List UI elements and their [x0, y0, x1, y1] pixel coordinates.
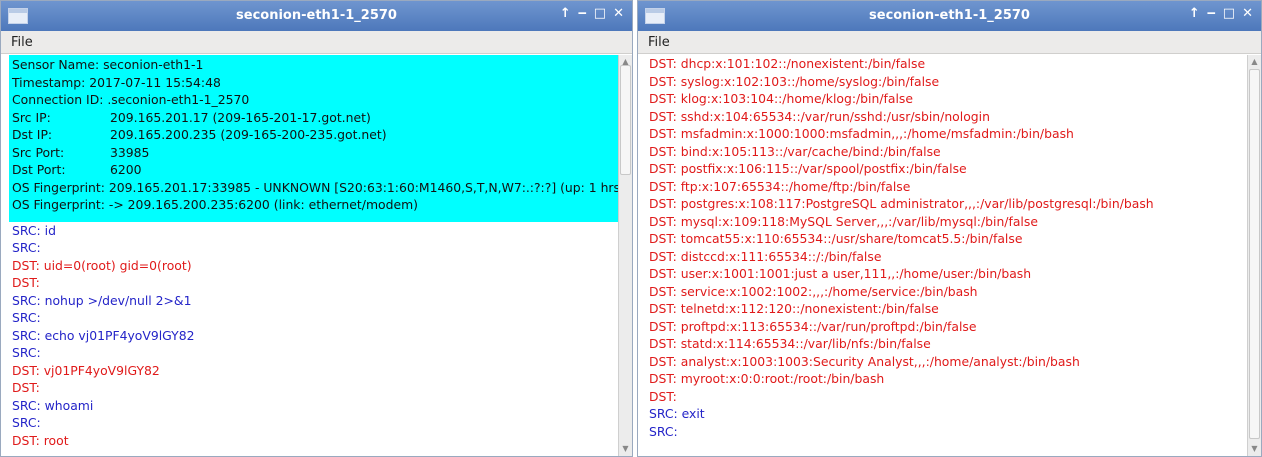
- dst-line: DST:: [649, 388, 677, 404]
- dst-line: DST: mysql:x:109:118:MySQL Server,,,:/va…: [649, 213, 1038, 229]
- src-line: SRC: nohup >/dev/null 2>&1: [12, 292, 192, 308]
- dst-line: DST: sshd:x:104:65534::/var/run/sshd:/us…: [649, 108, 990, 124]
- src-line: SRC:: [12, 415, 41, 430]
- minimize-icon[interactable]: ‒: [1207, 6, 1216, 21]
- dst-port-row: Dst Port: 6200: [12, 161, 615, 179]
- dst-line: DST: msfadmin:x:1000:1000:msfadmin,,,:/h…: [649, 126, 1074, 141]
- src-line: SRC:: [12, 240, 41, 255]
- transcript-window-left: seconion-eth1-1_2570 ↑ ‒ □ ✕ File Sensor…: [0, 0, 633, 457]
- dst-line: DST: distccd:x:111:65534::/:/bin/false: [649, 248, 882, 264]
- session-info-box: Sensor Name: seconion-eth1-1 Timestamp: …: [9, 55, 625, 222]
- title-bar[interactable]: seconion-eth1-1_2570 ↑ ‒ □ ✕: [1, 1, 632, 31]
- dst-line: DST: postgres:x:108:117:PostgreSQL admin…: [649, 196, 1154, 211]
- dst-line: DST: user:x:1001:1001:just a user,111,,:…: [649, 266, 1032, 281]
- dst-line: DST: uid=0(root) gid=0(root): [12, 257, 192, 273]
- transcript-lines: SRC: id SRC: DST: uid=0(root) gid=0(root) D…: [9, 222, 618, 450]
- window-title: seconion-eth1-1_2570: [236, 8, 397, 23]
- window-title: seconion-eth1-1_2570: [869, 8, 1030, 23]
- scrollbar-thumb[interactable]: [1249, 69, 1260, 439]
- title-bar[interactable]: seconion-eth1-1_2570 ↑ ‒ □ ✕: [638, 1, 1261, 31]
- minimize-icon[interactable]: ‒: [578, 6, 587, 21]
- os-fingerprint-src: OS Fingerprint: 209.165.201.17:33985 - U…: [12, 179, 625, 195]
- window-controls: ↑ ‒ □ ✕: [1189, 6, 1253, 21]
- dst-ip-row: Dst IP: 209.165.200.235 (209-165-200-235.…: [12, 126, 615, 144]
- dst-line: DST: klog:x:103:104::/home/klog:/bin/fal…: [649, 91, 913, 106]
- dst-line: DST: telnetd:x:112:120::/nonexistent:/bi…: [649, 301, 939, 316]
- dst-line: DST: proftpd:x:113:65534::/var/run/proft…: [649, 318, 977, 334]
- transcript-lines: DST: dhcp:x:101:102::/nonexistent:/bin/f…: [646, 55, 1247, 440]
- dst-ip-value: 209.165.200.235 (209-165-200-235.got.net…: [110, 127, 387, 142]
- scroll-down-icon[interactable]: ▼: [1250, 444, 1259, 454]
- maximize-icon[interactable]: □: [1223, 6, 1235, 21]
- menu-bar: File: [638, 31, 1261, 54]
- dst-line: DST: ftp:x:107:65534::/home/ftp:/bin/fal…: [649, 178, 911, 194]
- src-ip-row: Src IP: 209.165.201.17 (209-165-201-17.go…: [12, 109, 615, 127]
- keep-above-icon[interactable]: ↑: [560, 6, 571, 21]
- src-port-value: 33985: [110, 144, 150, 160]
- src-line: SRC: id: [12, 222, 56, 238]
- transcript-window-right: seconion-eth1-1_2570 ↑ ‒ □ ✕ File DST: d…: [637, 0, 1262, 457]
- file-menu[interactable]: File: [638, 32, 680, 53]
- transcript-content[interactable]: DST: dhcp:x:101:102::/nonexistent:/bin/f…: [646, 55, 1247, 440]
- src-line: SRC:: [649, 423, 678, 439]
- src-line: SRC: exit: [649, 406, 705, 421]
- file-menu[interactable]: File: [1, 32, 43, 53]
- window-controls: ↑ ‒ □ ✕: [560, 6, 624, 21]
- dst-line: DST:: [12, 275, 40, 290]
- dst-line: DST: vj01PF4yoV9lGY82: [12, 362, 160, 378]
- timestamp: Timestamp: 2017-07-11 15:54:48: [12, 74, 221, 90]
- dst-line: DST: analyst:x:1003:1003:Security Analys…: [649, 353, 1080, 369]
- dst-line: DST:: [12, 380, 40, 395]
- connection-id: Connection ID: .seconion-eth1-1_2570: [12, 92, 250, 107]
- dst-line: DST: root: [12, 432, 69, 448]
- src-line: SRC:: [12, 310, 41, 325]
- dst-ip-label: Dst IP:: [12, 127, 53, 142]
- close-icon[interactable]: ✕: [613, 6, 624, 21]
- dst-port-label: Dst Port:: [12, 162, 66, 177]
- keep-above-icon[interactable]: ↑: [1189, 6, 1200, 21]
- src-line: SRC:: [12, 345, 41, 360]
- sensor-name: Sensor Name: seconion-eth1-1: [12, 57, 204, 72]
- scroll-up-icon[interactable]: ▲: [1250, 57, 1259, 67]
- os-fingerprint-dst: OS Fingerprint: -> 209.165.200.235:6200 …: [12, 197, 418, 212]
- dst-line: DST: myroot:x:0:0:root:/root:/bin/bash: [649, 371, 885, 386]
- dst-line: DST: bind:x:105:113::/var/cache/bind:/bi…: [649, 143, 941, 159]
- maximize-icon[interactable]: □: [594, 6, 606, 21]
- src-line: SRC: echo vj01PF4yoV9lGY82: [12, 327, 195, 343]
- dst-port-value: 6200: [110, 162, 142, 177]
- dst-line: DST: postfix:x:106:115::/var/spool/postf…: [649, 161, 967, 176]
- dst-line: DST: statd:x:114:65534::/var/lib/nfs:/bi…: [649, 336, 931, 351]
- src-ip-label: Src IP:: [12, 109, 51, 125]
- menu-bar: File: [1, 31, 632, 54]
- dst-line: DST: dhcp:x:101:102::/nonexistent:/bin/f…: [649, 56, 926, 71]
- src-ip-value: 209.165.201.17 (209-165-201-17.got.net): [110, 109, 371, 125]
- vertical-scrollbar[interactable]: ▲ ▼: [618, 55, 632, 456]
- src-port-label: Src Port:: [12, 144, 65, 160]
- src-line: SRC: whoami: [12, 397, 94, 413]
- close-icon[interactable]: ✕: [1242, 6, 1253, 21]
- vertical-scrollbar[interactable]: ▲ ▼: [1247, 55, 1261, 456]
- transcript-content[interactable]: Sensor Name: seconion-eth1-1 Timestamp: …: [9, 55, 625, 450]
- scrollbar-thumb[interactable]: [620, 65, 631, 175]
- dst-line: DST: syslog:x:102:103::/home/syslog:/bin…: [649, 73, 940, 89]
- src-port-row: Src Port: 33985: [12, 144, 615, 162]
- dst-line: DST: service:x:1002:1002:,,,:/home/servi…: [649, 283, 978, 299]
- dst-line: DST: tomcat55:x:110:65534::/usr/share/to…: [649, 231, 1023, 246]
- scroll-down-icon[interactable]: ▼: [621, 444, 630, 454]
